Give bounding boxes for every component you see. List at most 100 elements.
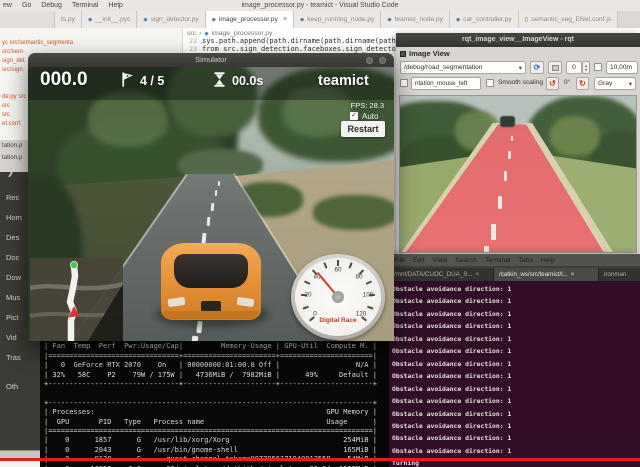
terminal-output-line: Obstacle avoidance direction: 1 [392,295,640,307]
editor-fragment: tation.ptation.p [0,140,29,172]
vscode-tab[interactable]: ◆ sign_detector.py [137,11,205,28]
file-icon: ◆ [143,17,147,23]
terminal-output-line: Obstacle avoidance direction: 1 [392,383,640,395]
tab-label: semantic_seg_ENet.conf.js [531,16,611,23]
mouse-topic-checkbox[interactable] [400,79,408,87]
desktop: ewGoDebugTerminalHelp image_processor.py… [0,0,640,467]
car-bumper [163,311,259,319]
terminal-tabbar: /mnt/DATA/CUOC_DUA_S... × /catkin_ws/src… [389,266,640,281]
rotate-right-icon: ↻ [579,79,586,88]
red-alert-line [0,458,640,461]
hud-timer: 00.0s [232,74,263,88]
hourglass-icon [214,72,225,87]
lane-dash [498,196,502,209]
terminal-output-line: Obstacle avoidance direction: 1 [392,308,640,320]
terminal-output-line: Obstacle avoidance direction: 1 [392,345,640,357]
terminal-output[interactable]: Obstacle avoidance direction: 1Obstacle … [389,281,640,467]
tab-label: __init__.pyc [95,16,130,23]
hud-score: 000.0 [40,69,88,91]
simulator-scene[interactable]: 000.0 4 / 5 00.0s teamict FPS: 28.3 ✓ Au… [28,67,394,341]
terminal-tab-active[interactable]: /catkin_ws/src/teamict/l... × [494,268,599,281]
terminal-output-line: Obstacle avoidance direction: 1 [392,358,640,370]
close-icon[interactable]: × [571,271,575,278]
minimap-destination-dot [70,261,77,268]
terminal-menu-item[interactable]: Help [541,257,555,264]
vscode-tab[interactable]: ◆keep_running_node.py [294,11,381,28]
chevron-down-icon: ▾ [629,80,632,88]
smooth-scaling-label: Smooth scaling [498,79,543,86]
auto-checkbox[interactable]: ✓ [350,112,358,120]
rqt-titlebar[interactable]: rqt_image_view__ImageView - rqt [396,33,640,47]
gauge-label: 80 [355,274,362,281]
terminal-window: File Edit View Search Terminal Tabs Help /mnt/… [389,254,640,467]
vscode-tab[interactable]: {}semantic_seg_ENet.conf.js [519,11,619,28]
minimap [30,258,123,341]
minimize-button[interactable] [366,57,373,64]
refresh-topics-button[interactable]: ⟳ [530,61,544,74]
fragment-tab[interactable]: tation.p [0,152,28,164]
simulator-titlebar[interactable]: Simulator [28,53,394,67]
panel-icon [400,51,406,57]
tab-label: image_processor.py [219,16,278,23]
mouse-topic-field[interactable]: ntation_mouse_left [411,77,481,90]
save-image-icon [552,65,559,71]
smooth-scaling-checkbox[interactable] [486,79,494,87]
gauge-label: 60 [334,267,341,274]
color-scheme-dropdown[interactable]: Gray▾ [594,77,636,90]
file-icon: ◆ [88,17,92,23]
topic-dropdown[interactable]: /debug/road_segmentation ▾ [400,61,526,74]
vscode-window-title: image_processor.py - teamict - Visual St… [0,0,640,11]
terminal-menu-item[interactable]: Search [455,257,477,264]
vscode-tab[interactable]: ts.py [55,11,82,28]
terminal-menu-item[interactable]: Terminal [485,257,511,264]
gauge-label: 100 [363,292,374,299]
rotate-left-button[interactable]: ↺ [546,77,559,90]
hud-team-name: teamict [318,73,369,89]
terminal-output-line: Obstacle avoidance direction: 1 [392,320,640,332]
terminal-output-line: Obstacle avoidance direction: 1 [392,408,640,420]
save-image-button[interactable] [548,61,562,74]
spin-arrows[interactable]: ▴▾ [582,61,590,74]
vscode-tab-active[interactable]: ◆image_processor.py × [206,11,294,28]
zoom-spinbox[interactable]: 0 [566,61,582,74]
rotate-left-icon: ↺ [549,79,556,88]
file-icon: ◆ [212,17,216,23]
file-icon: ◆ [204,31,208,37]
restart-button[interactable]: Restart [341,121,385,137]
tab-label: ironman [604,271,626,278]
flag-icon [121,72,134,87]
vscode-tab-spacer [0,11,55,28]
terminal-output-line: Obstacle avoidance direction: 1 [392,370,640,382]
close-icon[interactable]: × [476,271,480,278]
vscode-tab[interactable]: ◆teamict_node.py [381,11,450,28]
line-number: 22 [183,37,197,45]
segmentation-image[interactable] [399,95,637,253]
terminal-menu-item[interactable]: Edit [413,257,425,264]
distance-field[interactable]: 10,00m [606,61,638,74]
maximize-button[interactable] [379,57,386,64]
breadcrumb-folder[interactable]: src [187,30,196,37]
fragment-tab[interactable]: tation.p [0,140,28,152]
tab-label: car_controller.py [463,16,511,23]
file-icon: ◆ [456,17,460,23]
lane-dash [491,224,496,240]
tab-label: sign_detector.py [151,16,199,23]
auto-label: Auto [362,112,378,121]
trees [550,116,600,156]
terminal-tab[interactable]: /mnt/DATA/CUOC_DUA_S... × [389,268,494,281]
file-icon: ◆ [300,17,304,23]
vscode-tab[interactable]: ◆car_controller.py [450,11,519,28]
terminal-menu-item[interactable]: View [433,257,448,264]
distant-car [500,116,515,127]
close-icon[interactable]: × [283,16,287,23]
breadcrumb-file[interactable]: image_processor.py [212,30,273,37]
distance-checkbox[interactable] [594,63,602,71]
lane-dash [484,246,489,253]
lane-dash [218,181,220,186]
terminal-menu-item[interactable]: Tabs [519,257,533,264]
terminal-tab[interactable]: ironman [599,268,640,281]
vscode-tab[interactable]: ◆__init__.pyc [82,11,137,28]
terminal-menu-item[interactable]: File [394,257,405,264]
vscode-panel-file[interactable]: yc src/semantic_segmenta [2,39,182,48]
rotate-right-button[interactable]: ↻ [576,77,589,90]
